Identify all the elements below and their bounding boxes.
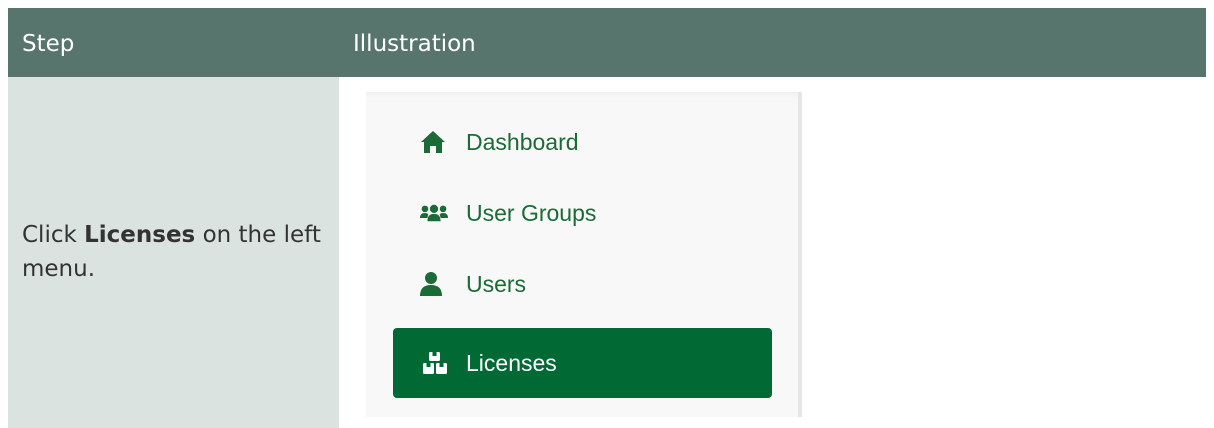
menu-item-label: Dashboard bbox=[466, 129, 579, 155]
left-menu-screenshot: Dashboard User Groups Users Licenses bbox=[366, 92, 802, 417]
instruction-bold: Licenses bbox=[84, 222, 196, 248]
licenses-icon bbox=[423, 328, 451, 398]
instruction-table: Step Illustration Click Licenses on the … bbox=[8, 8, 1206, 428]
user-icon bbox=[420, 257, 448, 311]
table-header-row: Step Illustration bbox=[8, 8, 1206, 77]
header-illustration: Illustration bbox=[353, 31, 476, 57]
home-icon bbox=[420, 115, 448, 169]
menu-item-label: Licenses bbox=[466, 350, 557, 376]
step-cell: Click Licenses on the left menu. bbox=[8, 77, 341, 428]
user-groups-icon bbox=[420, 186, 448, 240]
header-step: Step bbox=[22, 31, 75, 57]
table-row: Click Licenses on the left menu. Dashboa… bbox=[8, 77, 1206, 428]
menu-item-user-groups[interactable]: User Groups bbox=[393, 186, 772, 240]
menu-item-label: User Groups bbox=[466, 200, 597, 226]
menu-item-label: Users bbox=[466, 271, 527, 297]
menu-item-licenses[interactable]: Licenses bbox=[393, 328, 772, 398]
step-instruction: Click Licenses on the left menu. bbox=[22, 218, 322, 286]
illustration-cell: Dashboard User Groups Users Licenses bbox=[341, 77, 1206, 428]
menu-item-users[interactable]: Users bbox=[393, 257, 772, 311]
menu-item-dashboard[interactable]: Dashboard bbox=[393, 115, 772, 169]
instruction-prefix: Click bbox=[22, 222, 85, 248]
